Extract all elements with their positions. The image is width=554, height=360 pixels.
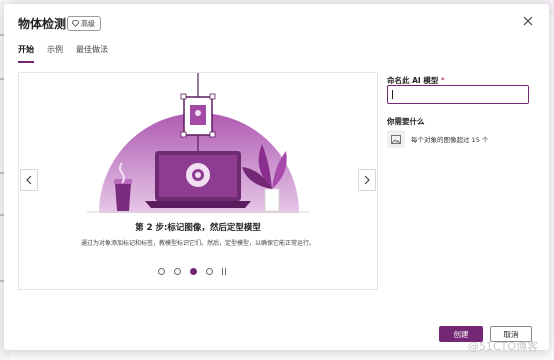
tab-examples[interactable]: 示例 bbox=[47, 44, 63, 63]
onboarding-carousel: 第 2 步:标记图像，然后定型模型 通过为对象添加标记和标签，教模型标识它们。然… bbox=[18, 72, 378, 290]
slide-title: 第 2 步:标记图像，然后定型模型 bbox=[135, 223, 261, 233]
tab-best-practices[interactable]: 最佳做法 bbox=[76, 44, 108, 63]
pause-icon[interactable] bbox=[222, 268, 226, 275]
next-slide-button[interactable] bbox=[358, 169, 376, 191]
required-mark: * bbox=[440, 76, 445, 85]
requirement-item: 每个对象的图像超过 15 个 bbox=[387, 130, 488, 148]
slide-description: 通过为对象添加标记和标签，教模型标识它们。然后，定型模型，以确保它能正常运行。 bbox=[80, 240, 315, 247]
requirement-text: 每个对象的图像超过 15 个 bbox=[411, 136, 489, 144]
object-detection-dialog: 物体检测 高级 开始 示例 最佳做法 第 2 步:标记图像，然后定型模型 通过为… bbox=[4, 4, 549, 350]
close-icon[interactable] bbox=[521, 14, 535, 28]
tag-images-illustration bbox=[87, 73, 309, 213]
chevron-left-icon bbox=[26, 175, 32, 185]
requirements-heading: 你需要什么 bbox=[387, 117, 425, 126]
image-icon bbox=[387, 130, 405, 148]
tab-bar: 开始 示例 最佳做法 bbox=[18, 44, 108, 63]
slide-dot-1[interactable] bbox=[158, 268, 165, 275]
tab-get-started[interactable]: 开始 bbox=[18, 44, 34, 63]
diamond-icon bbox=[72, 20, 79, 27]
previous-slide-button[interactable] bbox=[20, 169, 38, 191]
chevron-right-icon bbox=[364, 175, 370, 185]
watermark: @51CTO博客 bbox=[467, 340, 538, 353]
premium-badge-label: 高级 bbox=[81, 19, 95, 28]
slide-dot-4[interactable] bbox=[206, 268, 213, 275]
slide-indicators bbox=[158, 268, 226, 275]
dialog-title: 物体检测 bbox=[18, 17, 67, 31]
slide-dot-3[interactable] bbox=[190, 268, 197, 275]
premium-badge: 高级 bbox=[67, 16, 101, 31]
model-name-input[interactable] bbox=[387, 85, 529, 104]
slide-dot-2[interactable] bbox=[174, 268, 181, 275]
